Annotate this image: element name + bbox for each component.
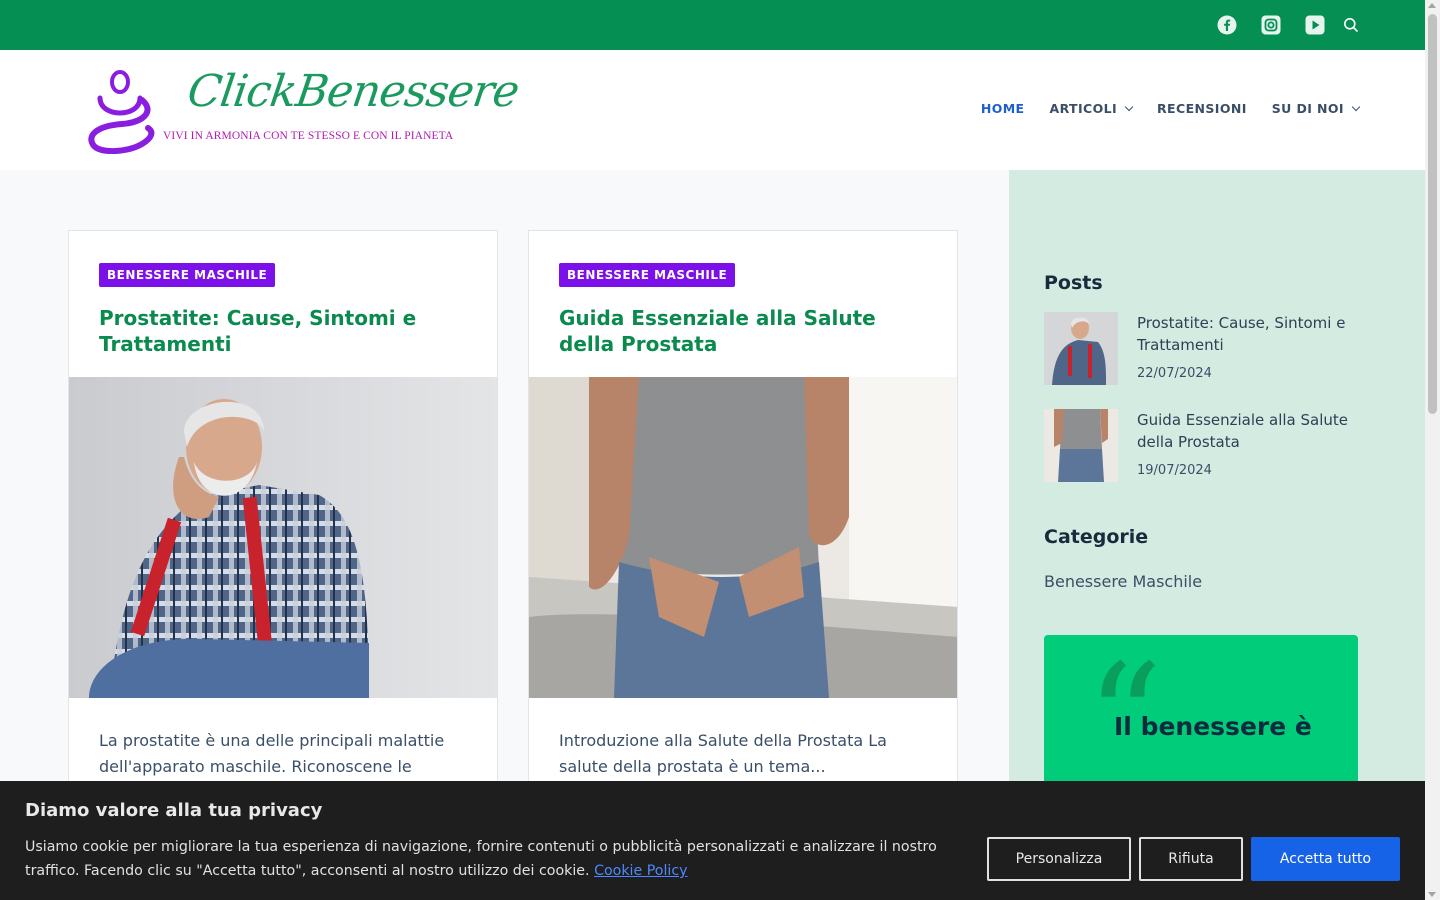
reject-button[interactable]: Rifiuta <box>1139 837 1243 881</box>
nav-label: ARTICOLI <box>1049 101 1118 116</box>
quote-text: Il benessere è <box>1114 712 1312 741</box>
article-card: BENESSERE MASCHILE Guida Essenziale alla… <box>528 230 958 830</box>
article-excerpt: La prostatite è una delle principali mal… <box>99 731 445 776</box>
facebook-icon[interactable] <box>1216 14 1238 36</box>
sidebar-post[interactable]: Prostatite: Cause, Sintomi e Trattamenti… <box>1044 312 1364 386</box>
nav-label: RECENSIONI <box>1157 101 1247 116</box>
nav-recensioni[interactable]: RECENSIONI <box>1157 101 1247 116</box>
scrollbar-thumb[interactable] <box>1428 14 1437 414</box>
cookie-policy-link[interactable]: Cookie Policy <box>594 863 687 879</box>
post-title[interactable]: Prostatite: Cause, Sintomi e Trattamenti <box>1137 312 1367 356</box>
instagram-icon[interactable] <box>1260 14 1282 36</box>
youtube-icon[interactable] <box>1304 14 1326 36</box>
search-icon[interactable] <box>1340 14 1362 36</box>
chevron-down-icon <box>1351 102 1361 111</box>
cookie-body: Usiamo cookie per migliorare la tua espe… <box>25 839 937 879</box>
post-date: 19/07/2024 <box>1137 463 1212 478</box>
cookie-text: Usiamo cookie per migliorare la tua espe… <box>25 835 955 883</box>
cookie-banner: Diamo valore alla tua privacy Usiamo coo… <box>0 781 1425 900</box>
meditation-logo-icon <box>88 70 155 154</box>
post-thumbnail[interactable] <box>1044 312 1118 385</box>
category-badge[interactable]: BENESSERE MASCHILE <box>559 263 736 287</box>
customize-button[interactable]: Personalizza <box>987 837 1131 881</box>
logo-wordmark: ClickBenessere <box>184 66 522 117</box>
nav-articoli[interactable]: ARTICOLI <box>1049 101 1134 116</box>
main-nav: HOME ARTICOLI RECENSIONI SU DI NOI <box>981 101 1361 116</box>
article-card: BENESSERE MASCHILE Prostatite: Cause, Si… <box>68 230 498 830</box>
chevron-down-icon <box>1124 102 1134 111</box>
nav-label: SU DI NOI <box>1271 101 1344 116</box>
scroll-up-icon[interactable] <box>1428 3 1436 8</box>
article-title[interactable]: Prostatite: Cause, Sintomi e Trattamenti <box>99 305 469 357</box>
accept-all-button[interactable]: Accetta tutto <box>1251 837 1400 881</box>
article-image[interactable] <box>529 377 957 698</box>
category-badge[interactable]: BENESSERE MASCHILE <box>99 263 276 287</box>
site-header: ClickBenessere VIVI IN ARMONIA CON TE ST… <box>0 50 1425 170</box>
article-excerpt: Introduzione alla Salute della Prostata … <box>559 731 887 776</box>
categories-heading: Categorie <box>1044 526 1149 548</box>
scroll-down-icon[interactable] <box>1428 892 1436 897</box>
category-link[interactable]: Benessere Maschile <box>1044 572 1202 591</box>
nav-home[interactable]: HOME <box>981 101 1025 116</box>
nav-su-di-noi[interactable]: SU DI NOI <box>1271 101 1361 116</box>
page-scrollbar[interactable] <box>1425 0 1440 900</box>
nav-label: HOME <box>980 101 1025 116</box>
post-title[interactable]: Guida Essenziale alla Salute della Prost… <box>1137 409 1367 453</box>
top-bar <box>0 0 1425 50</box>
posts-heading: Posts <box>1044 272 1103 294</box>
post-thumbnail[interactable] <box>1044 409 1118 482</box>
site-logo[interactable]: ClickBenessere VIVI IN ARMONIA CON TE ST… <box>82 64 522 156</box>
sidebar-post[interactable]: Guida Essenziale alla Salute della Prost… <box>1044 409 1364 483</box>
post-date: 22/07/2024 <box>1137 366 1212 381</box>
article-image[interactable] <box>69 377 497 698</box>
article-title[interactable]: Guida Essenziale alla Salute della Prost… <box>559 305 929 357</box>
cookie-heading: Diamo valore alla tua privacy <box>25 800 323 821</box>
logo-tagline: VIVI IN ARMONIA CON TE STESSO E CON IL P… <box>163 130 454 142</box>
